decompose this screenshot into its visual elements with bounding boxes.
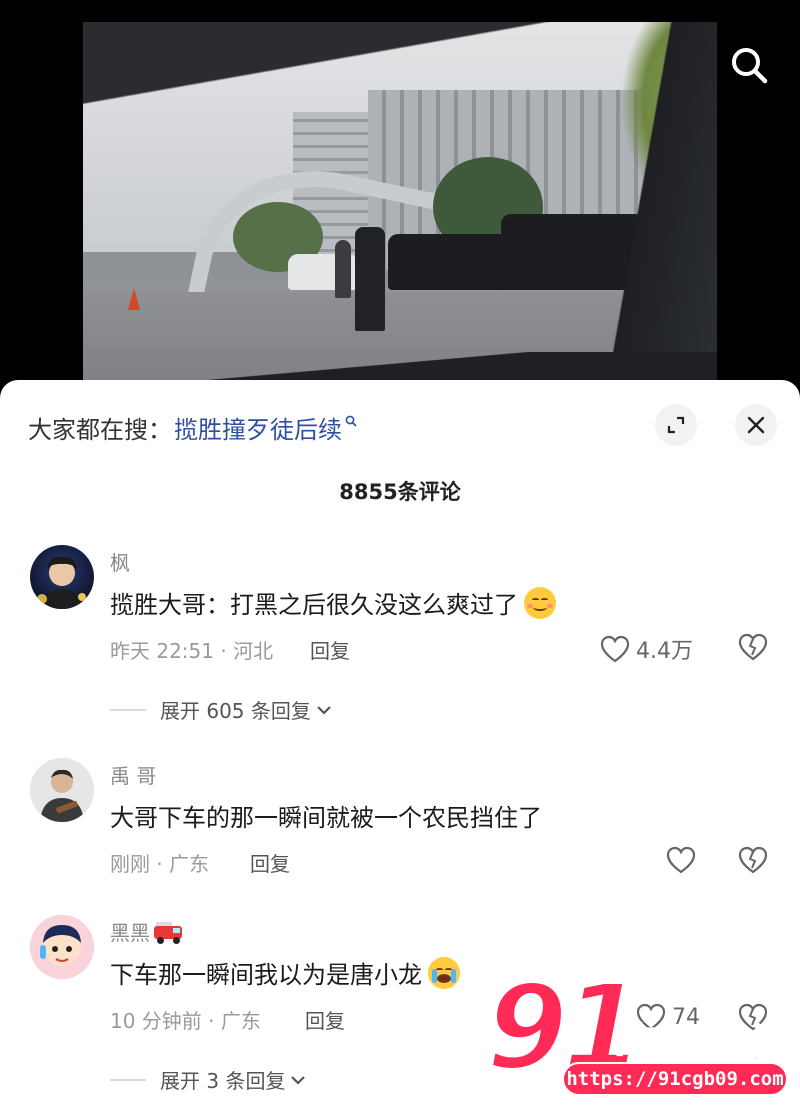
fire-truck-emoji-icon: [154, 921, 184, 944]
comment-text: 下车那一瞬间我以为是唐小龙: [110, 955, 460, 990]
video-car-black: [388, 234, 508, 290]
comment-username-text: 黑黑: [110, 921, 150, 945]
expand-replies-button[interactable]: 展开 605 条回复: [110, 695, 333, 724]
video-player[interactable]: [83, 22, 717, 382]
comment-username[interactable]: 枫: [110, 547, 130, 576]
expand-panel-button[interactable]: [655, 404, 697, 446]
trending-search-link[interactable]: 揽胜撞歹徒后续: [174, 410, 342, 445]
video-person: [355, 227, 385, 331]
video-person: [335, 240, 351, 298]
smile-emoji-icon: [524, 586, 556, 619]
crying-emoji-icon: [428, 956, 460, 989]
trending-search-prefix: 大家都在搜：: [28, 416, 172, 444]
avatar[interactable]: [30, 758, 94, 822]
divider: [110, 708, 146, 711]
close-icon: [747, 416, 765, 434]
expand-replies-label: 展开 3 条回复: [160, 1069, 286, 1093]
dislike-button[interactable]: [738, 633, 768, 665]
avatar[interactable]: [30, 545, 94, 609]
video-traffic-cone: [128, 288, 140, 310]
comment-meta: 刚刚 · 广东: [110, 852, 210, 876]
heart-icon: [600, 635, 630, 663]
close-panel-button[interactable]: [735, 404, 777, 446]
trending-search: 大家都在搜： 揽胜撞歹徒后续: [28, 410, 357, 445]
comment-panel: 大家都在搜： 揽胜撞歹徒后续 8855条评论 枫 揽胜大哥：打黑之后很久没这么爽…: [0, 380, 800, 1120]
video-car-dashboard: [83, 352, 717, 382]
reply-button[interactable]: 回复: [310, 635, 350, 664]
comment-text-content: 下车那一瞬间我以为是唐小龙: [110, 961, 422, 989]
chevron-down-icon: [291, 1075, 306, 1085]
broken-heart-icon: [738, 633, 768, 661]
chevron-down-icon: [317, 705, 331, 715]
video-car-pillar: [597, 22, 717, 382]
watermark-url: https://91cgb09.com: [562, 1062, 788, 1096]
expand-replies-button[interactable]: 展开 3 条回复: [110, 1065, 307, 1094]
comment-meta: 10 分钟前 · 广东: [110, 1009, 261, 1033]
comment-text-content: 大哥下车的那一瞬间就被一个农民挡住了: [110, 804, 542, 832]
comment-text-content: 揽胜大哥：打黑之后很久没这么爽过了: [110, 591, 518, 619]
comment-text: 揽胜大哥：打黑之后很久没这么爽过了: [110, 585, 556, 620]
comment-meta: 昨天 22:51 · 河北: [110, 639, 274, 663]
comment-username[interactable]: 黑黑: [110, 917, 184, 946]
small-search-icon: [345, 415, 357, 431]
broken-heart-icon: [738, 846, 768, 874]
heart-icon: [666, 846, 696, 874]
avatar[interactable]: [30, 915, 94, 979]
like-button[interactable]: [666, 846, 702, 874]
reply-button[interactable]: 回复: [305, 1005, 345, 1034]
expand-icon: [667, 416, 685, 434]
search-button[interactable]: [722, 38, 776, 92]
expand-replies-label: 展开 605 条回复: [160, 699, 311, 723]
comment-username[interactable]: 禹 哥: [110, 760, 156, 789]
comment-count: 8855条评论: [339, 480, 461, 504]
like-button[interactable]: 4.4万: [600, 633, 693, 665]
like-count: 4.4万: [636, 639, 693, 664]
reply-button[interactable]: 回复: [250, 848, 290, 877]
comment-text: 大哥下车的那一瞬间就被一个农民挡住了: [110, 798, 542, 833]
search-icon: [732, 48, 768, 84]
dislike-button[interactable]: [738, 846, 768, 878]
divider: [110, 1078, 146, 1081]
